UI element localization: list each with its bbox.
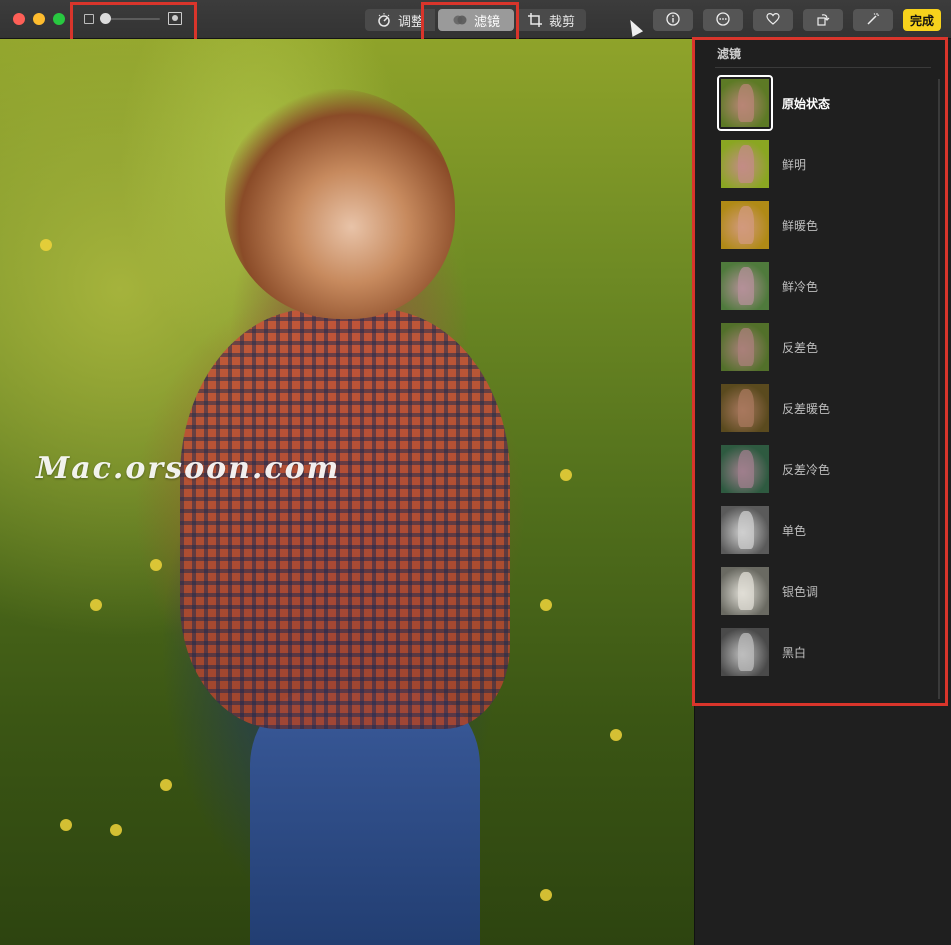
filter-item[interactable]: 鲜暖色 [717,198,937,254]
dandelion [60,819,72,831]
dandelion [160,779,172,791]
panel-title: 滤镜 [717,47,742,61]
close-window-button[interactable] [13,13,25,25]
photos-edit-window: 调整 滤镜 裁剪 完成 Mac.orsoon.com 滤镜 原始状态 鲜明 鲜暖… [0,0,951,945]
filter-item[interactable]: 反差暖色 [717,381,937,437]
filter-item[interactable]: 银色调 [717,564,937,620]
info-button[interactable] [653,9,693,31]
photo-subject-head [225,89,455,319]
filters-panel: 滤镜 原始状态鲜明鲜暖色鲜冷色反差色反差暖色反差冷色单色银色调黑白 [694,39,951,945]
toolbar: 调整 滤镜 裁剪 完成 [0,0,951,42]
tab-crop[interactable]: 裁剪 [516,9,586,31]
filter-item[interactable]: 鲜明 [717,137,937,193]
watermark: Mac.orsoon.com [36,451,341,486]
dandelion [40,239,52,251]
dandelion [540,599,552,611]
filter-item[interactable]: 反差冷色 [717,442,937,498]
filter-thumbnail [721,140,769,188]
filter-label: 鲜暖色 [782,219,819,233]
fullscreen-window-button[interactable] [53,13,65,25]
dandelion [560,469,572,481]
favorite-button[interactable] [753,9,793,31]
tab-adjust-label: 调整 [397,14,424,30]
filter-label: 鲜冷色 [782,280,819,294]
filter-label: 黑白 [782,646,807,660]
dandelion [540,889,552,901]
magic-wand-icon [866,12,880,29]
filter-item[interactable]: 鲜冷色 [717,259,937,315]
filter-thumbnail [721,323,769,371]
photo-canvas[interactable]: Mac.orsoon.com [0,39,694,945]
filter-label: 反差色 [782,341,819,355]
more-icon [716,11,730,29]
tab-crop-label: 裁剪 [548,14,575,30]
dandelion [150,559,162,571]
done-button[interactable]: 完成 [903,9,941,31]
filter-label: 单色 [782,524,807,538]
scrollbar[interactable] [938,79,940,699]
rotate-icon [816,12,830,29]
dandelion [90,599,102,611]
crop-icon [527,12,543,28]
filter-label: 银色调 [782,585,819,599]
filter-item[interactable]: 单色 [717,503,937,559]
filter-thumbnail [717,75,773,131]
filter-label: 反差暖色 [782,402,831,416]
filter-label: 鲜明 [782,158,807,172]
filter-thumbnail [721,445,769,493]
info-icon [666,11,680,29]
filter-thumbnail [721,628,769,676]
divider [715,67,931,68]
filter-label: 原始状态 [782,97,831,111]
more-button[interactable] [703,9,743,31]
rotate-button[interactable] [803,9,843,31]
filter-thumbnail [721,201,769,249]
tab-filters[interactable]: 滤镜 [438,9,514,31]
adjust-icon [376,12,392,28]
tab-filters-label: 滤镜 [473,14,500,30]
zoom-in-icon [168,12,182,25]
zoom-knob[interactable] [100,13,111,24]
filter-item[interactable]: 黑白 [717,625,937,681]
zoom-out-icon [84,14,94,24]
filter-thumbnail [721,384,769,432]
mouse-cursor-icon [624,17,644,37]
zoom-slider[interactable] [84,12,182,26]
filter-thumbnail [721,506,769,554]
filters-icon [452,12,468,28]
filter-thumbnail [721,262,769,310]
dandelion [110,824,122,836]
filter-label: 反差冷色 [782,463,831,477]
photo-subject-shirt [180,309,510,729]
filter-item[interactable]: 反差色 [717,320,937,376]
tab-adjust[interactable]: 调整 [365,9,435,31]
auto-enhance-button[interactable] [853,9,893,31]
heart-icon [766,12,780,29]
filter-item[interactable]: 原始状态 [717,75,937,132]
filter-thumbnail [721,567,769,615]
dandelion [610,729,622,741]
minimize-window-button[interactable] [33,13,45,25]
